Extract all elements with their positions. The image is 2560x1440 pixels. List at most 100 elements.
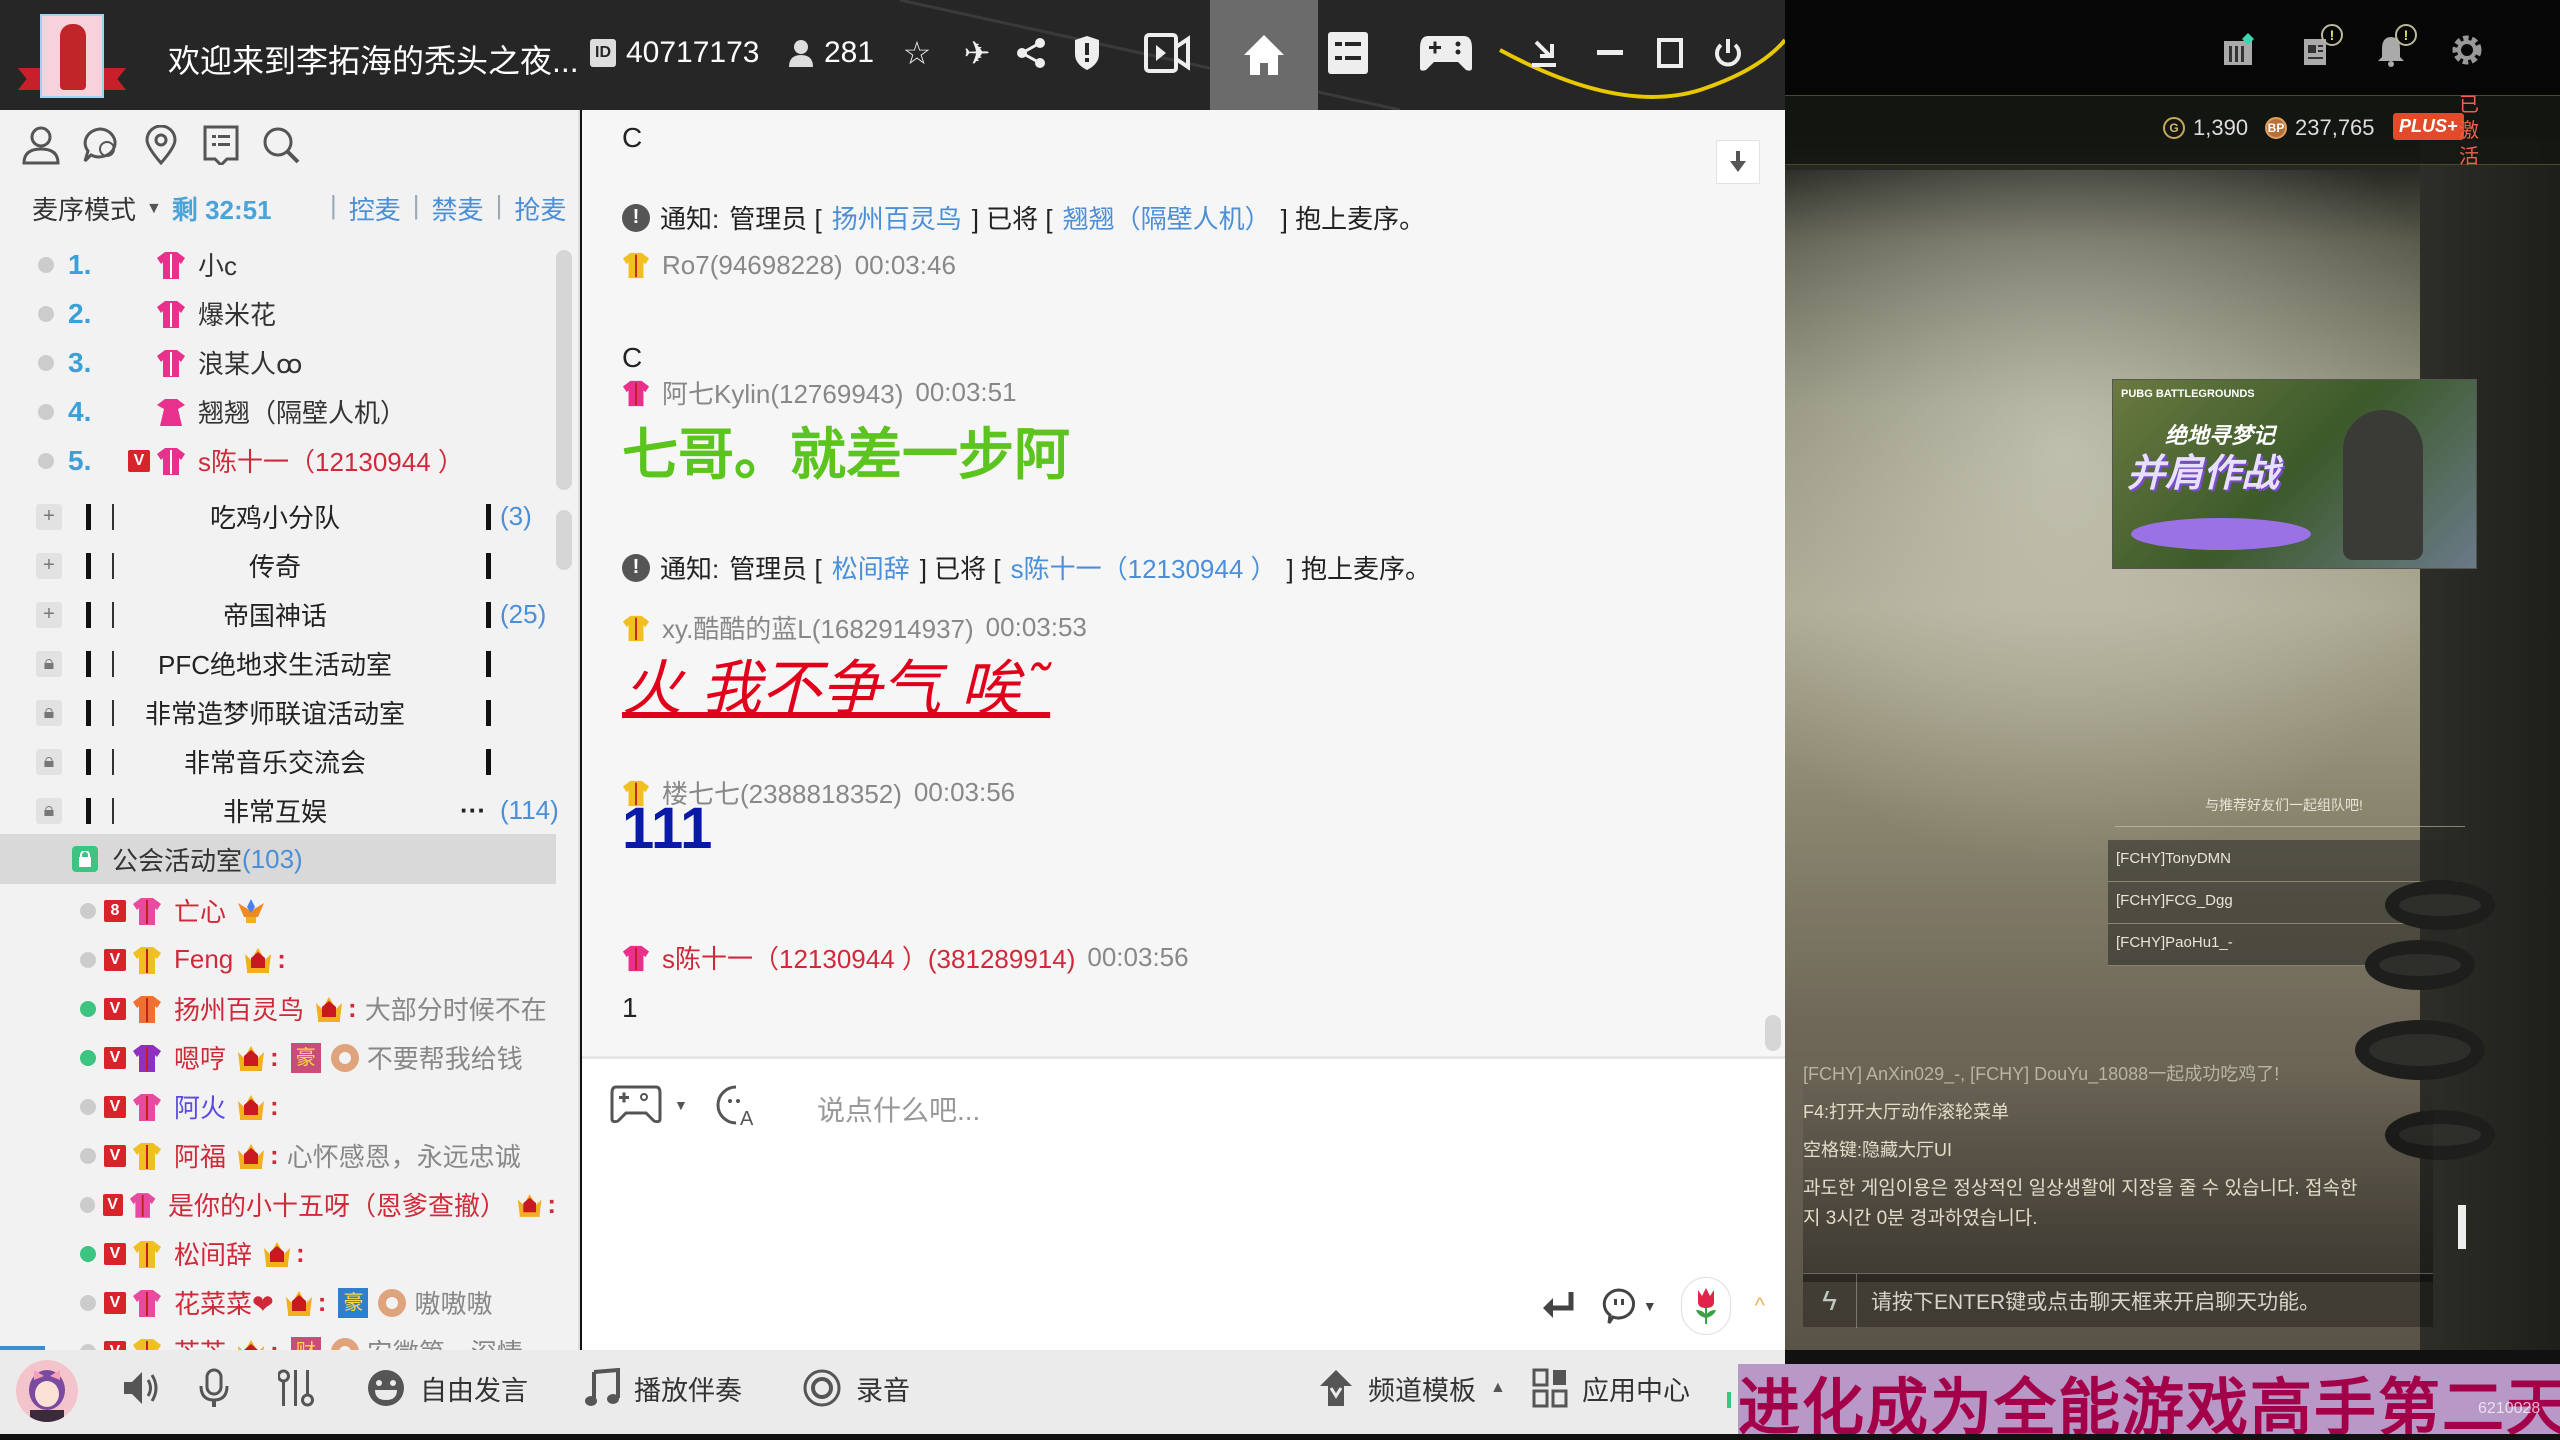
member-item[interactable]: V 嗯哼: 豪 不要帮我给钱 [0,1033,556,1082]
channel-item[interactable]: + 传奇 [0,541,556,590]
power-icon[interactable] [1706,28,1750,78]
shirt-icon [157,447,185,475]
channel-title[interactable]: 欢迎来到李拓海的秃头之夜... [168,36,579,82]
message-text: 111 [622,796,713,861]
queue-number: 2. [68,297,92,329]
chevron-up-icon: ▲ [1490,1379,1506,1396]
mixer-button[interactable] [278,1368,314,1408]
channel-item[interactable]: + 帝国神话 (25) [0,590,556,639]
queue-item[interactable]: 3. 浪某人ꝏ [0,338,560,387]
sender-name[interactable]: Ro7(94698228) [662,250,843,281]
timestamp: 00:03:56 [1087,942,1189,972]
chevron-down-icon[interactable]: ▼ [674,1097,688,1113]
game-chat-scrollbar[interactable] [2458,1205,2466,1249]
queue-item[interactable]: 4. 翘翘（隔壁人机） [0,387,560,436]
video-icon[interactable] [1142,28,1192,78]
target-user-link[interactable]: s陈十一（12130944 ） [1011,549,1277,586]
channel-name: 吃鸡小分队 [209,503,340,533]
gamepad-icon[interactable] [1418,28,1474,78]
free-speech-button[interactable]: 自由发言 [366,1368,528,1408]
channel-count: (114) [500,795,559,825]
channel-item[interactable]: 🔒︎ 非常互娱 ··· (114) [0,786,559,835]
member-item[interactable]: V 阿福: 心怀感恩，永远忠诚 [0,1131,556,1180]
star-icon[interactable]: ☆ [895,28,939,78]
message-text: 七哥。就差一步阿 [622,423,1070,486]
channel-item[interactable]: + 吃鸡小分队 (3) [0,492,556,541]
member-item[interactable]: V 阿火: [0,1082,556,1131]
queue-mode-selector[interactable]: 麦序模式 ▼ 剩 32:51 [32,190,272,227]
member-item[interactable]: V Feng: [0,935,556,984]
channel-item[interactable]: 🔒︎ 非常造梦师联谊活动室 [0,688,556,737]
mixer-icon [278,1369,314,1407]
font-style-icon[interactable]: A [714,1083,758,1127]
my-avatar[interactable] [16,1360,78,1422]
plus-badge[interactable]: PLUS+ [2393,113,2464,140]
notice-icon[interactable] [200,124,242,166]
g-coin-icon: G [2163,117,2185,139]
record-button[interactable]: 录音 [802,1368,910,1408]
ban-mic-link[interactable]: 禁麦 [432,190,484,227]
chevron-up-icon[interactable]: ^ [1755,1293,1765,1319]
sender-name[interactable]: 阿七Kylin(12769943) [662,374,903,411]
speaker-button[interactable] [120,1368,160,1408]
expand-icon[interactable]: + [36,503,62,530]
maximize-icon[interactable] [1648,28,1692,78]
home-button[interactable] [1210,0,1318,110]
queue-item[interactable]: 2. 爆米花 [0,289,560,338]
download-icon[interactable] [1522,28,1566,78]
channel-avatar[interactable] [18,14,126,98]
game-emoji-icon[interactable] [610,1085,662,1125]
share-icon[interactable] [1010,28,1054,78]
rich-badge-icon: 豪 [290,1042,321,1073]
list-icon[interactable] [1326,28,1370,78]
admin-link[interactable]: 松间辞 [832,549,910,586]
grab-mic-link[interactable]: 抢麦 [514,190,566,227]
queue-scrollbar[interactable] [556,250,572,490]
queue-item[interactable]: 5. V s陈十一（12130944 ） [0,436,560,485]
member-item[interactable]: V 芒芒: 财 安徽第一深情 [0,1327,556,1350]
play-music-button[interactable]: 播放伴奏 [584,1368,742,1408]
channel-item[interactable]: 🔒︎ 非常音乐交流会 [0,737,556,786]
member-item[interactable]: 8 亡心 [0,886,556,935]
game-chat-input[interactable]: ϟ 请按下ENTER键或点击聊天框来开启聊天功能。 [1803,1273,2433,1328]
queue-item[interactable]: 1. 小c [0,240,560,289]
control-mic-link[interactable]: 控麦 [349,190,401,227]
badge-placeholder [128,401,150,423]
event-banner[interactable]: PUBG BATTLEGROUNDS 绝地寻梦记 并肩作战 [2112,379,2477,569]
sender-name[interactable]: s陈十一（12130944 ）(381289914) [662,939,1075,976]
expand-icon[interactable]: + [36,552,62,579]
active-channel[interactable]: 公会活动室 (103) [0,834,556,884]
member-item[interactable]: V 松间辞: [0,1229,556,1278]
channel-item[interactable]: 🔒︎ PFC绝地求生活动室 [0,639,556,688]
microphone-button[interactable] [198,1368,230,1408]
admin-link[interactable]: 扬州百灵鸟 [832,199,962,236]
member-item[interactable]: V 扬州百灵鸟: 大部分时候不在 [0,984,556,1033]
speaker-icon [124,1372,158,1404]
scroll-to-bottom-button[interactable] [1716,140,1760,184]
chat-scrollbar[interactable] [1765,1015,1781,1051]
separator: : [547,1189,556,1219]
member-item[interactable]: V 花菜菜❤: 豪 嗷嗷嗷 [0,1278,556,1327]
channel-template-button[interactable]: 频道模板 ▲ [1318,1368,1506,1408]
friend-item[interactable]: [FCHY]TonyDMN [2108,840,2458,882]
message-input[interactable]: 说点什么吧... [817,1089,980,1129]
store-icon[interactable] [2217,28,2261,72]
user-icon[interactable] [20,124,62,166]
chat-bubble-icon[interactable]: ▼ [1601,1287,1657,1325]
enter-send-icon[interactable] [1541,1290,1577,1322]
more-icon[interactable]: ··· [460,795,486,826]
target-user-link[interactable]: 翘翘（隔壁人机） [1063,199,1271,236]
expand-icon[interactable]: + [36,601,62,628]
chat-history-icon[interactable] [80,124,122,166]
shield-alert-icon[interactable] [1065,28,1109,78]
app-center-button[interactable]: 应用中心 [1532,1368,1690,1408]
minimize-icon[interactable] [1588,28,1632,78]
gift-flower-button[interactable] [1680,1277,1731,1335]
queue-user-name: 浪某人ꝏ [198,349,303,379]
search-icon[interactable] [260,124,302,166]
member-item[interactable]: V 是你的小十五呀（恩爹查撤）: [0,1180,556,1229]
channel-scrollbar[interactable] [556,510,572,570]
location-icon[interactable] [140,124,182,166]
gear-icon[interactable] [2445,28,2489,72]
plane-icon[interactable]: ✈ [955,28,999,78]
